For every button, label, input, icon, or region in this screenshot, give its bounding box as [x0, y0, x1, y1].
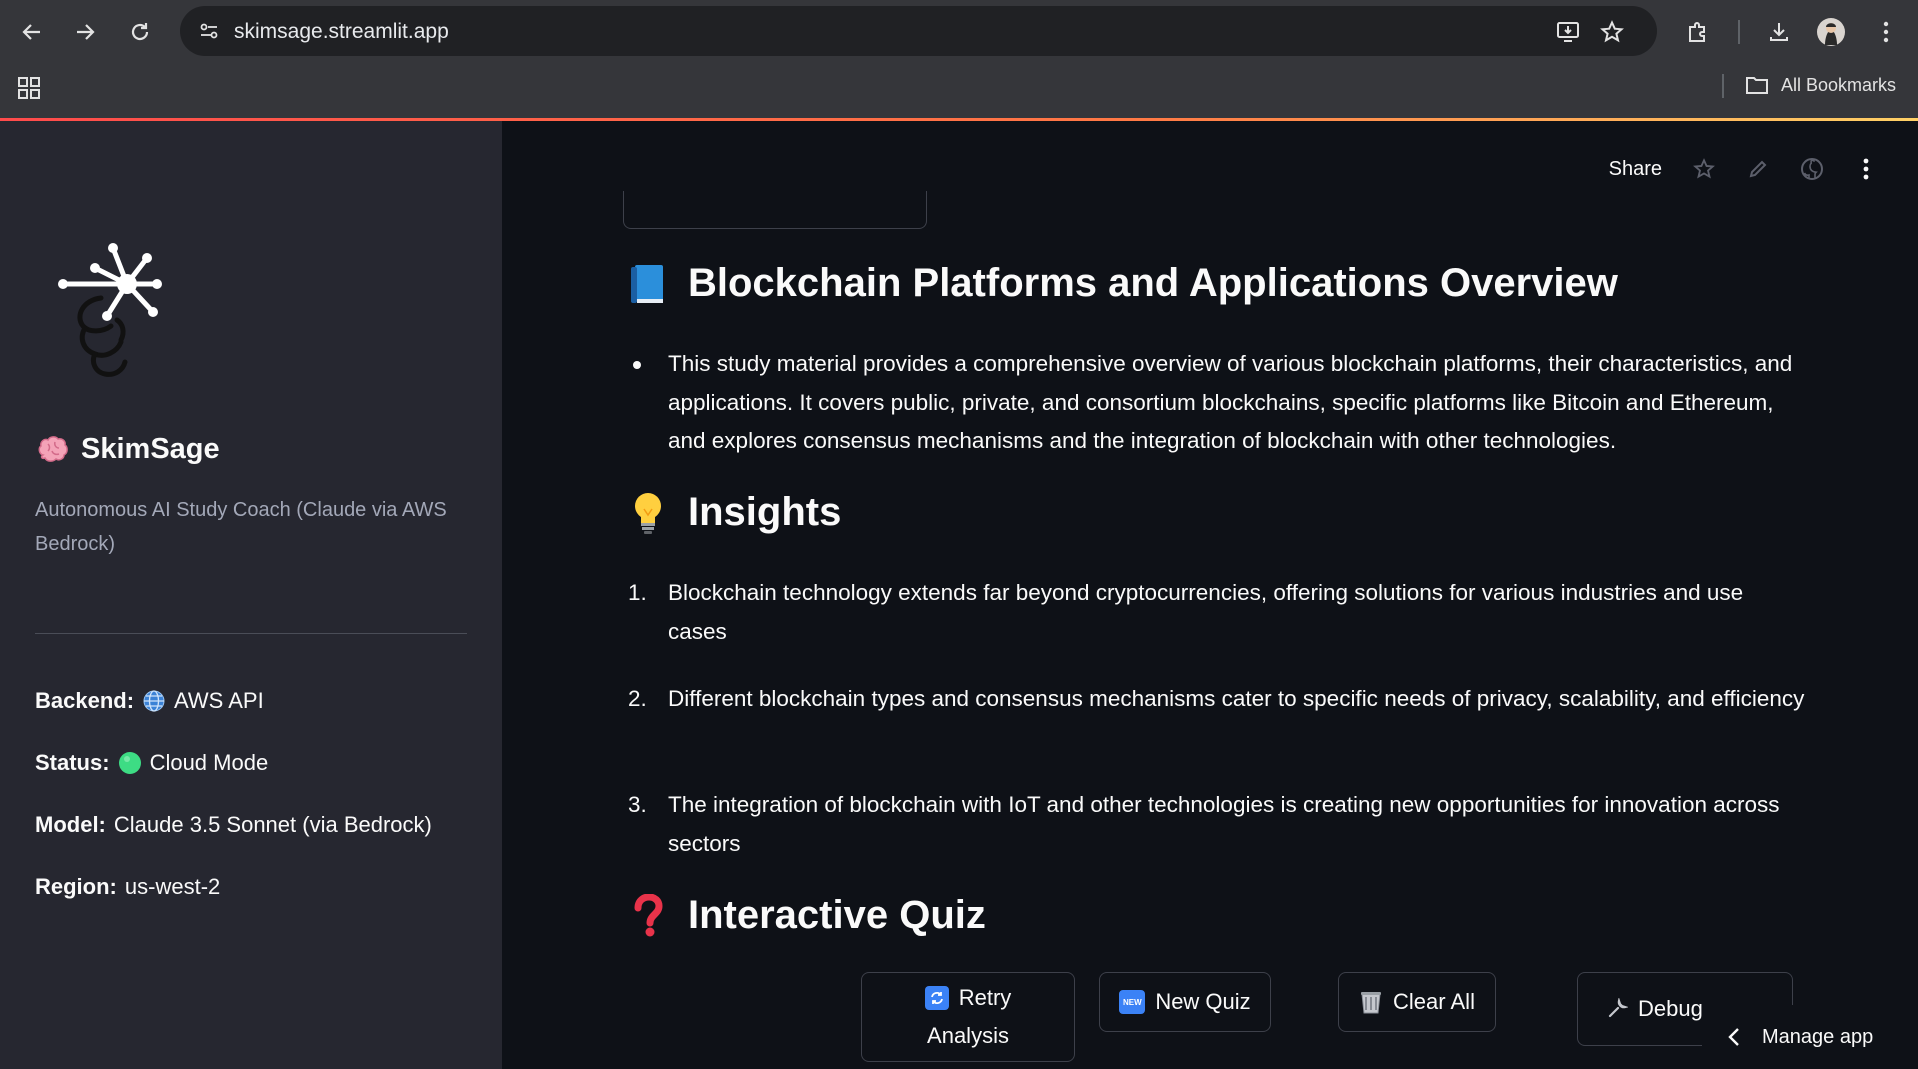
status-value: Cloud Mode	[149, 750, 269, 775]
quiz-heading: Interactive Quiz	[628, 893, 986, 938]
manage-app-button[interactable]: Manage app	[1702, 1005, 1918, 1069]
insights-title: Insights	[688, 490, 842, 534]
reload-button[interactable]	[122, 14, 158, 50]
overview-text: This study material provides a comprehen…	[628, 345, 1808, 461]
all-bookmarks-label: All Bookmarks	[1781, 74, 1897, 95]
overview-heading: Blockchain Platforms and Applications Ov…	[628, 261, 1618, 306]
manage-app-label: Manage app	[1762, 1025, 1874, 1048]
new-quiz-label: New Quiz	[1155, 989, 1251, 1014]
puzzle-icon	[1689, 22, 1705, 42]
backend-info: Backend: AWS API	[35, 688, 264, 714]
clear-all-button[interactable]: Clear All	[1338, 972, 1496, 1032]
profile-avatar[interactable]	[1813, 14, 1849, 50]
url-text[interactable]: skimsage.streamlit.app	[234, 20, 449, 44]
model-info: Model: Claude 3.5 Sonnet (via Bedrock)	[35, 812, 432, 838]
previous-element-edge	[623, 191, 927, 229]
reload-icon	[131, 23, 149, 41]
new-badge-icon: NEW	[1119, 990, 1146, 1014]
chevron-left-icon	[1728, 1028, 1739, 1046]
brain-icon	[38, 435, 68, 462]
model-value: Claude 3.5 Sonnet (via Bedrock)	[113, 812, 432, 837]
bookmarks-bar: All Bookmarks	[0, 62, 1918, 118]
kebab-menu-icon	[1883, 21, 1889, 43]
backend-key: Backend:	[35, 688, 135, 713]
forward-button[interactable]	[67, 14, 103, 50]
toolbar-separator	[1738, 20, 1740, 44]
extensions-button[interactable]	[1680, 14, 1716, 50]
browser-menu-button[interactable]	[1868, 14, 1904, 50]
github-icon[interactable]	[1800, 157, 1824, 181]
browser-toolbar: skimsage.streamlit.app	[0, 0, 1918, 62]
blue-book-icon	[628, 262, 668, 306]
insight-item: 3. The integration of blockchain with Io…	[628, 786, 1808, 863]
insight-text: Different blockchain types and consensus…	[668, 686, 1805, 711]
insight-number: 2.	[628, 686, 647, 711]
sidebar-divider	[35, 633, 467, 634]
back-arrow-icon	[22, 24, 40, 40]
clear-all-label: Clear All	[1393, 989, 1475, 1014]
insight-text: Blockchain technology extends far beyond…	[668, 580, 1744, 644]
edit-pencil-icon[interactable]	[1746, 157, 1770, 181]
app-subtitle: Autonomous AI Study Coach (Claude via AW…	[35, 499, 447, 555]
retry-label-line2: Analysis	[927, 1023, 1009, 1048]
avatar-icon	[1817, 18, 1845, 46]
retry-label-line1: Retry	[958, 985, 1012, 1010]
app-toolbar: Share	[1609, 157, 1878, 181]
backend-value: AWS API	[174, 688, 264, 713]
main-menu-icon[interactable]	[1854, 157, 1878, 181]
retry-icon	[924, 986, 949, 1010]
sidebar: SkimSage Autonomous AI Study Coach (Clau…	[0, 121, 502, 1069]
download-icon	[1770, 23, 1788, 41]
model-key: Model:	[35, 812, 106, 837]
app-name: SkimSage	[81, 433, 220, 465]
insight-number: 3.	[628, 792, 647, 817]
retry-analysis-button[interactable]: Retry Analysis	[861, 972, 1075, 1062]
debug-label: Debug	[1638, 996, 1703, 1021]
star-icon[interactable]	[1692, 157, 1716, 181]
downloads-button[interactable]	[1761, 14, 1797, 50]
region-value: us-west-2	[124, 874, 221, 899]
insight-text: The integration of blockchain with IoT a…	[668, 792, 1780, 856]
app-title: SkimSage	[37, 433, 220, 466]
main-content: Share Blockchain Platforms and Applicati…	[502, 121, 1918, 1069]
light-bulb-icon	[628, 491, 668, 535]
question-mark-icon	[628, 893, 668, 938]
globe-icon	[143, 690, 165, 712]
forward-arrow-icon	[77, 24, 95, 40]
folder-icon	[1746, 77, 1768, 94]
region-key: Region:	[35, 874, 117, 899]
new-quiz-button[interactable]: NEW New Quiz	[1099, 972, 1271, 1032]
share-button[interactable]: Share	[1609, 158, 1662, 181]
status-info: Status: Cloud Mode	[35, 750, 268, 776]
green-circle-icon	[118, 752, 141, 774]
wastebasket-icon	[1361, 992, 1382, 1014]
quiz-title: Interactive Quiz	[688, 893, 986, 937]
insight-item: 1. Blockchain technology extends far bey…	[628, 574, 1808, 651]
overview-title: Blockchain Platforms and Applications Ov…	[688, 261, 1618, 305]
insight-item: 2. Different blockchain types and consen…	[628, 680, 1808, 719]
address-bar[interactable]: skimsage.streamlit.app	[180, 6, 1657, 56]
install-app-icon[interactable]	[1552, 15, 1586, 49]
insights-heading: Insights	[628, 490, 841, 535]
region-info: Region: us-west-2	[35, 874, 220, 900]
bookmarks-separator	[1722, 74, 1724, 98]
status-key: Status:	[35, 750, 110, 775]
bookmark-star-icon[interactable]	[1595, 15, 1629, 49]
back-button[interactable]	[14, 14, 50, 50]
all-bookmarks-button[interactable]: All Bookmarks	[1745, 70, 1896, 100]
app-logo	[55, 236, 170, 381]
insight-number: 1.	[628, 580, 647, 605]
site-settings-icon[interactable]	[194, 16, 224, 46]
overview-list: This study material provides a comprehen…	[628, 345, 1808, 461]
apps-grid-icon[interactable]	[17, 76, 41, 105]
wrench-icon	[1608, 998, 1628, 1018]
